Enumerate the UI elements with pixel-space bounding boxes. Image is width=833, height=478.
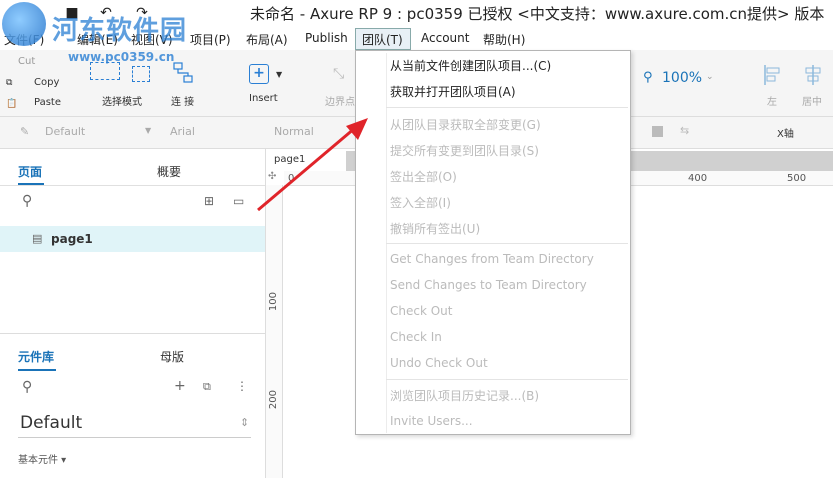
page-item-label: page1: [51, 232, 93, 246]
vertical-ruler: [266, 185, 283, 478]
align-center-label: 居中: [802, 97, 822, 108]
menu-item-browse-history: 浏览团队项目历史记录...(B): [390, 389, 540, 403]
tab-outline[interactable]: 概要: [157, 163, 181, 180]
ruler-v-label: 100: [268, 292, 279, 312]
cut-button[interactable]: Cut: [18, 56, 35, 67]
menu-item-get-changes: Get Changes from Team Directory: [390, 252, 594, 266]
swap-icon[interactable]: ⇆: [680, 124, 689, 137]
copy-icon: ⧉: [6, 78, 13, 88]
page-icon: ▤: [32, 232, 43, 245]
align-center-icon[interactable]: [804, 64, 822, 86]
library-more-icon[interactable]: ⋮: [236, 379, 248, 393]
menu-publish[interactable]: Publish: [305, 31, 348, 45]
menu-separator: [386, 243, 628, 244]
menu-item-undo-check-out: Undo Check Out: [390, 356, 488, 370]
style-dropdown-icon[interactable]: ▼: [145, 126, 151, 135]
watermark-url: www.pc0359.cn: [68, 50, 175, 64]
zoom-value[interactable]: 100%: [662, 70, 702, 86]
add-folder-icon[interactable]: ▭: [233, 194, 244, 208]
font-select[interactable]: Arial: [170, 125, 195, 138]
tab-pages[interactable]: 页面: [18, 163, 42, 180]
insert-dropdown-icon[interactable]: ▼: [276, 70, 282, 79]
library-search-icon[interactable]: ⚲: [22, 379, 32, 395]
menu-arrange[interactable]: 布局(A): [246, 31, 288, 48]
fill-color-icon[interactable]: [652, 126, 663, 137]
style-select[interactable]: Default: [45, 125, 85, 138]
insert-icon[interactable]: +: [249, 64, 269, 84]
divider: [0, 185, 265, 186]
point-label: 边界点: [325, 97, 355, 108]
add-page-icon[interactable]: ⊞: [204, 194, 214, 208]
connect-icon[interactable]: [173, 62, 193, 84]
menu-separator: [386, 379, 628, 380]
ruler-h-label: 400: [688, 173, 708, 184]
zoom-icon: ⚲: [643, 70, 653, 85]
panel-divider: [0, 333, 265, 334]
menu-item-send-changes: Send Changes to Team Directory: [390, 278, 587, 292]
menu-item-check-in-all: 签入全部(I): [390, 196, 451, 210]
library-copy-icon[interactable]: ⧉: [203, 380, 211, 394]
point-icon[interactable]: ⤡: [333, 66, 344, 82]
zoom-dropdown-icon[interactable]: ⌄: [706, 72, 714, 82]
menu-account[interactable]: Account: [421, 31, 469, 45]
menu-team[interactable]: 团队(T): [362, 31, 403, 48]
menu-item-check-out: Check Out: [390, 304, 453, 318]
select-mode-label: 选择模式: [102, 97, 142, 108]
style-icon: ✎: [20, 125, 30, 138]
menu-item-undo-all-checkouts: 撤销所有签出(U): [390, 222, 481, 236]
menu-item-invite-users: Invite Users...: [390, 414, 473, 428]
annotation-arrow: [257, 118, 368, 212]
watermark-site-name: 河东软件园: [52, 16, 188, 46]
insert-label: Insert: [249, 93, 278, 104]
library-dropdown-icon[interactable]: ⇕: [240, 416, 249, 429]
menu-item-get-all-changes: 从团队目录获取全部变更(G): [390, 118, 541, 132]
copy-button[interactable]: Copy: [34, 77, 59, 88]
x-axis-label: X轴: [777, 129, 794, 140]
library-select-underline: [18, 437, 251, 438]
menu-project[interactable]: 项目(P): [190, 31, 231, 48]
watermark-logo: [2, 2, 46, 46]
menu-separator: [386, 107, 628, 108]
tab-masters[interactable]: 母版: [160, 348, 184, 365]
menu-item-check-in: Check In: [390, 330, 442, 344]
select-mode-icon[interactable]: [90, 62, 120, 80]
library-category[interactable]: 基本元件 ▾: [18, 451, 66, 466]
library-tab-indicator: [18, 369, 56, 371]
menu-item-create-team-project[interactable]: 从当前文件创建团队项目...(C): [390, 57, 551, 74]
add-library-icon[interactable]: +: [174, 378, 186, 394]
select-contained-icon[interactable]: [132, 66, 150, 82]
connect-label: 连 接: [171, 97, 195, 108]
paste-button[interactable]: Paste: [34, 97, 61, 108]
align-left-label: 左: [767, 97, 777, 108]
menu-item-check-out-all: 签出全部(O): [390, 170, 457, 184]
tab-library[interactable]: 元件库: [18, 348, 54, 365]
menu-item-send-all-changes: 提交所有变更到团队目录(S): [390, 144, 539, 158]
ruler-h-label: 500: [787, 173, 807, 184]
paste-icon: 📋: [6, 99, 18, 109]
team-dropdown-menu: 从当前文件创建团队项目...(C) 获取并打开团队项目(A) 从团队目录获取全部…: [355, 50, 631, 435]
align-left-icon[interactable]: [763, 64, 781, 86]
ruler-v-label: 200: [268, 390, 279, 410]
library-select[interactable]: Default: [20, 413, 82, 433]
menu-item-get-team-project[interactable]: 获取并打开团队项目(A): [390, 83, 516, 100]
menu-help[interactable]: 帮助(H): [483, 31, 525, 48]
search-icon[interactable]: ⚲: [22, 193, 32, 209]
window-title: 未命名 - Axure RP 9 : pc0359 已授权 <中文支持：www.…: [250, 5, 825, 23]
